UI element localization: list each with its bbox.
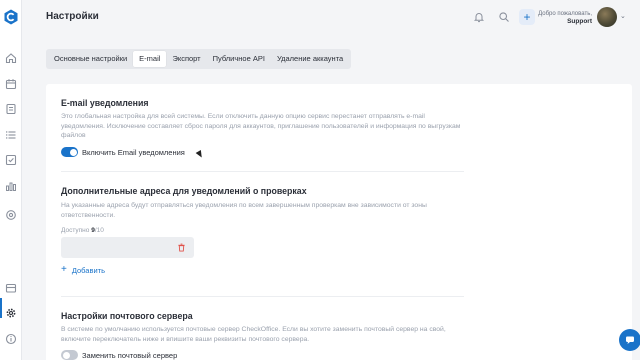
logo-icon[interactable] bbox=[3, 9, 19, 25]
toggle-knob bbox=[69, 148, 77, 156]
analytics-icon[interactable] bbox=[5, 180, 17, 192]
tab-general[interactable]: Основные настройки bbox=[48, 51, 133, 67]
page-title: Настройки bbox=[46, 11, 99, 22]
extra-addresses-title: Дополнительные адреса для уведомлений о … bbox=[61, 186, 307, 196]
toggle-knob bbox=[62, 351, 70, 359]
email-notifications-toggle[interactable] bbox=[61, 147, 78, 157]
top-header: Настройки + Добро пожаловать, Support ⌄ bbox=[22, 0, 640, 36]
list-icon[interactable] bbox=[5, 129, 17, 141]
chat-icon[interactable] bbox=[619, 329, 640, 351]
mail-server-toggle[interactable] bbox=[61, 350, 78, 360]
trash-icon[interactable] bbox=[177, 243, 186, 252]
objects-icon[interactable] bbox=[5, 209, 17, 221]
email-address-field[interactable] bbox=[61, 237, 194, 258]
tab-export[interactable]: Экспорт bbox=[166, 51, 206, 67]
checklist-icon[interactable] bbox=[5, 103, 17, 115]
welcome-block: Добро пожаловать, Support bbox=[538, 10, 592, 26]
help-icon[interactable] bbox=[5, 333, 17, 345]
section-divider bbox=[61, 296, 464, 297]
mail-server-description: В системе по умолчанию используется почт… bbox=[61, 326, 446, 343]
home-icon[interactable] bbox=[5, 52, 17, 64]
plus-icon[interactable]: + bbox=[519, 9, 535, 25]
search-icon[interactable] bbox=[498, 11, 510, 23]
email-notifications-toggle-label[interactable]: Включить Email уведомления bbox=[82, 148, 185, 157]
sidebar bbox=[0, 0, 22, 360]
available-label: Доступно bbox=[61, 227, 90, 234]
settings-card: E-mail уведомления Это глобальная настро… bbox=[46, 84, 632, 360]
plus-icon: + bbox=[61, 264, 67, 275]
welcome-text: Добро пожаловать, bbox=[538, 11, 592, 17]
add-address-label: Добавить bbox=[71, 265, 105, 275]
mail-server-title: Настройки почтового сервера bbox=[61, 311, 193, 321]
settings-icon[interactable] bbox=[5, 307, 17, 319]
section-divider bbox=[61, 171, 464, 172]
email-notifications-title: E-mail уведомления bbox=[61, 98, 149, 108]
nav-active-indicator bbox=[0, 298, 2, 318]
add-address-button[interactable]: + Добавить bbox=[61, 265, 105, 275]
available-limit: /10 bbox=[94, 227, 104, 234]
tab-public-api[interactable]: Публичное API bbox=[207, 51, 271, 67]
calendar-icon[interactable] bbox=[5, 78, 17, 90]
archive-icon[interactable] bbox=[5, 282, 17, 294]
tab-email[interactable]: E-mail bbox=[133, 51, 167, 67]
user-name: Support bbox=[567, 18, 592, 25]
settings-tabs: Основные настройки E-mail Экспорт Публич… bbox=[46, 49, 352, 69]
chevron-down-icon[interactable]: ⌄ bbox=[620, 12, 626, 20]
tab-delete-account[interactable]: Удаление аккаунта bbox=[271, 51, 349, 67]
tasks-icon[interactable] bbox=[5, 154, 17, 166]
mail-server-toggle-label[interactable]: Заменить почтовый сервер bbox=[82, 351, 177, 360]
extra-addresses-description: На указанные адреса будут отправляться у… bbox=[61, 202, 427, 219]
available-count: Доступно 9/10 bbox=[61, 227, 104, 234]
email-notifications-description: Это глобальная настройка для всей систем… bbox=[61, 113, 461, 139]
bell-icon[interactable] bbox=[473, 11, 485, 23]
avatar[interactable] bbox=[597, 7, 617, 27]
